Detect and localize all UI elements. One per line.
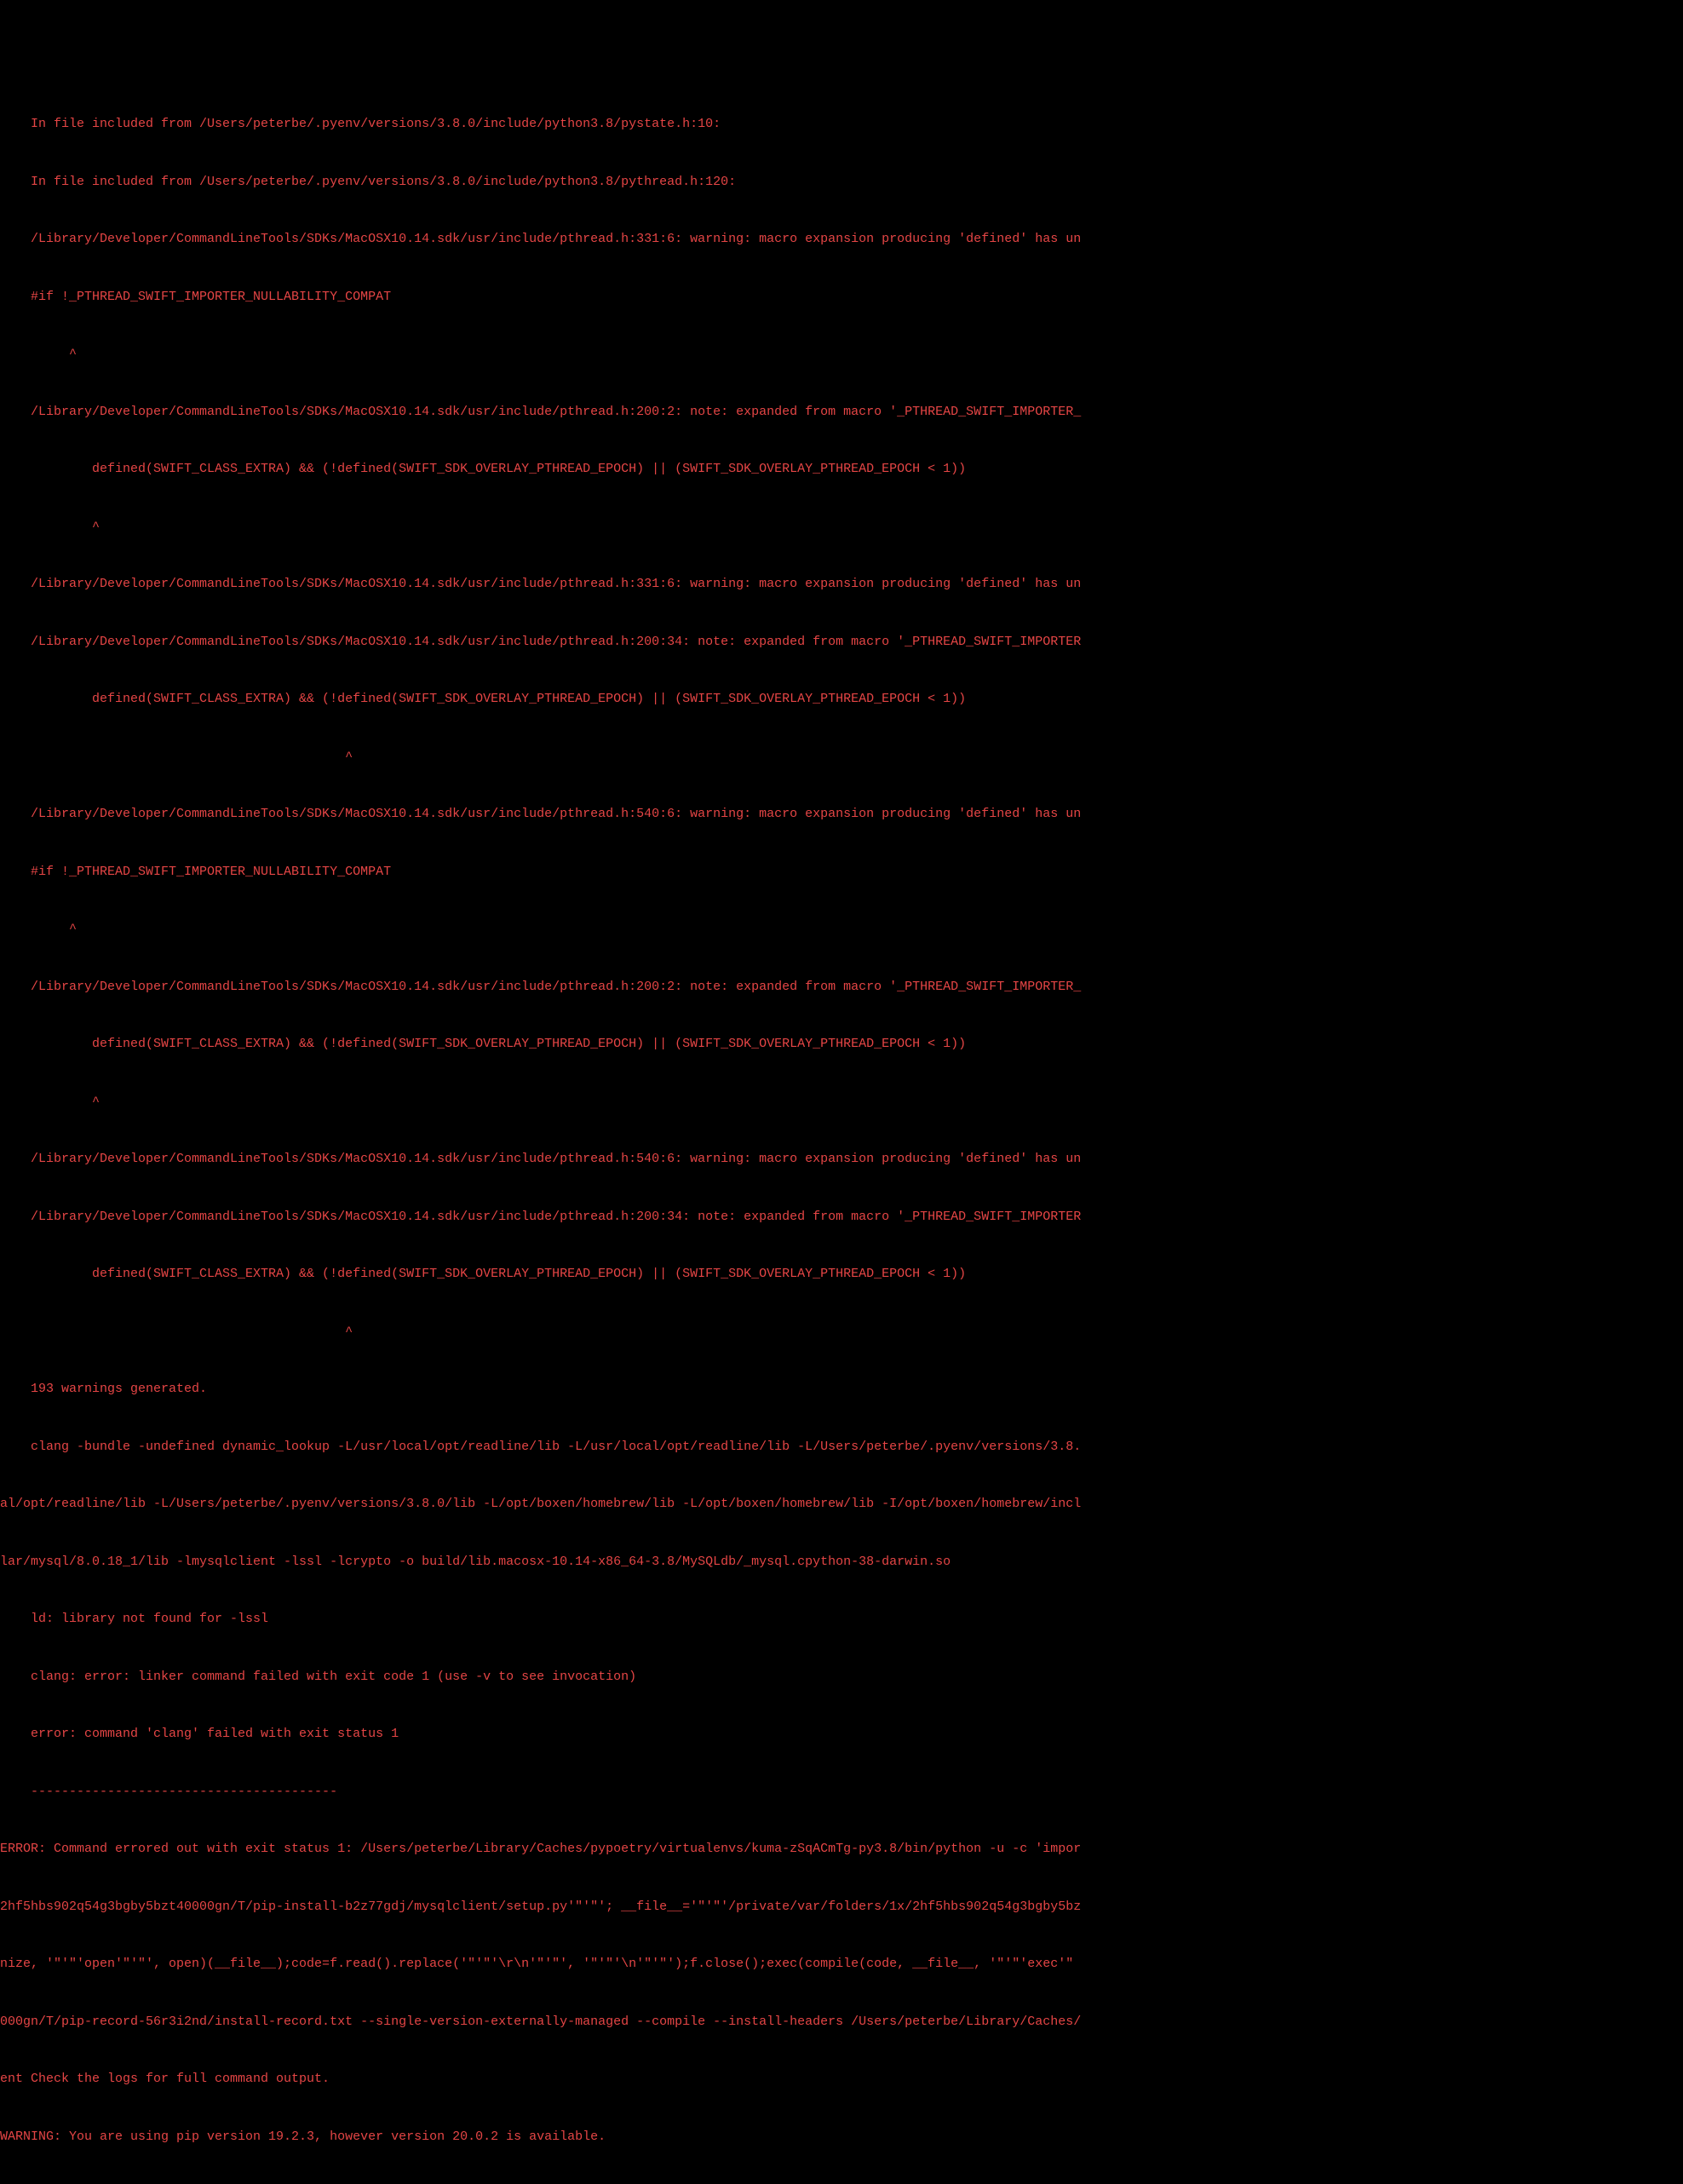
- terminal-line: defined(SWIFT_CLASS_EXTRA) && (!defined(…: [0, 690, 1683, 710]
- terminal-line: defined(SWIFT_CLASS_EXTRA) && (!defined(…: [0, 460, 1683, 480]
- terminal-line: In file included from /Users/peterbe/.py…: [0, 115, 1683, 135]
- terminal-line: error: command 'clang' failed with exit …: [0, 1725, 1683, 1744]
- terminal-line: clang: error: linker command failed with…: [0, 1668, 1683, 1687]
- terminal-line: al/opt/readline/lib -L/Users/peterbe/.py…: [0, 1495, 1683, 1514]
- terminal-line: In file included from /Users/peterbe/.py…: [0, 173, 1683, 193]
- terminal-line: /Library/Developer/CommandLineTools/SDKs…: [0, 1208, 1683, 1227]
- terminal-line: defined(SWIFT_CLASS_EXTRA) && (!defined(…: [0, 1035, 1683, 1055]
- terminal-line: ^: [0, 345, 1683, 365]
- terminal-line: ^: [0, 920, 1683, 940]
- terminal-line: 2hf5hbs902q54g3bgby5bzt40000gn/T/pip-ins…: [0, 1898, 1683, 1917]
- terminal-line: 193 warnings generated.: [0, 1380, 1683, 1399]
- terminal-line: WARNING: You are using pip version 19.2.…: [0, 2128, 1683, 2147]
- terminal-line: nize, '"'"'open'"'"', open)(__file__);co…: [0, 1955, 1683, 1974]
- terminal-line: ----------------------------------------: [0, 1783, 1683, 1802]
- terminal-line: ^: [0, 518, 1683, 537]
- terminal-line: /Library/Developer/CommandLineTools/SDKs…: [0, 633, 1683, 652]
- terminal-line: ld: library not found for -lssl: [0, 1610, 1683, 1629]
- terminal-line: ent Check the logs for full command outp…: [0, 2070, 1683, 2089]
- terminal-line: lar/mysql/8.0.18_1/lib -lmysqlclient -ls…: [0, 1553, 1683, 1572]
- terminal-line: /Library/Developer/CommandLineTools/SDKs…: [0, 403, 1683, 422]
- terminal-line: 000gn/T/pip-record-56r3i2nd/install-reco…: [0, 2013, 1683, 2032]
- terminal-line: ^: [0, 748, 1683, 767]
- terminal-line: clang -bundle -undefined dynamic_lookup …: [0, 1438, 1683, 1457]
- terminal-line: ^: [0, 1093, 1683, 1112]
- terminal-output[interactable]: In file included from /Users/peterbe/.py…: [0, 77, 1683, 2184]
- terminal-line: /Library/Developer/CommandLineTools/SDKs…: [0, 1150, 1683, 1170]
- terminal-line: /Library/Developer/CommandLineTools/SDKs…: [0, 805, 1683, 825]
- terminal-line: #if !_PTHREAD_SWIFT_IMPORTER_NULLABILITY…: [0, 288, 1683, 307]
- terminal-line: /Library/Developer/CommandLineTools/SDKs…: [0, 575, 1683, 595]
- terminal-line: /Library/Developer/CommandLineTools/SDKs…: [0, 978, 1683, 997]
- terminal-line: defined(SWIFT_CLASS_EXTRA) && (!defined(…: [0, 1265, 1683, 1285]
- terminal-line: /Library/Developer/CommandLineTools/SDKs…: [0, 230, 1683, 250]
- terminal-line: ERROR: Command errored out with exit sta…: [0, 1840, 1683, 1859]
- terminal-line: ^: [0, 1323, 1683, 1342]
- terminal-line: #if !_PTHREAD_SWIFT_IMPORTER_NULLABILITY…: [0, 863, 1683, 882]
